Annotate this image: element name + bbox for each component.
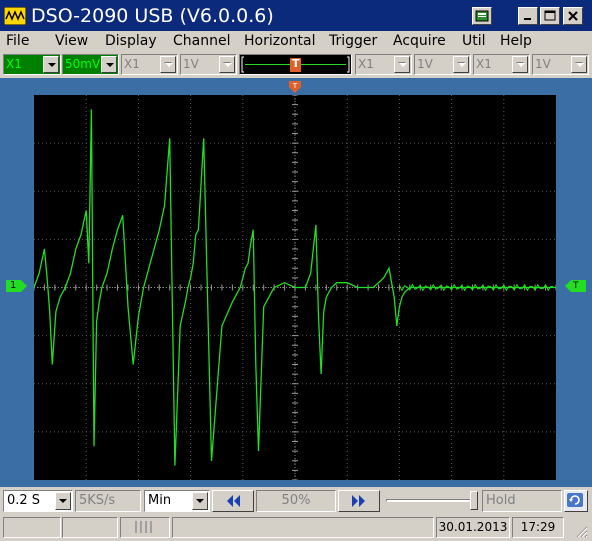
resize-grip-icon[interactable] [574, 524, 588, 538]
ch1-volts-select[interactable]: 50mV [62, 54, 119, 75]
position-field: 50% [256, 490, 336, 512]
ch1-probe-select[interactable]: X1 [3, 54, 61, 75]
hold-field[interactable]: Hold [482, 490, 562, 512]
refresh-icon [567, 493, 583, 507]
status-bar: 30.01.2013 17:29 [0, 515, 592, 541]
maximize-button[interactable] [540, 7, 560, 25]
ch2-volts-value: 1V [183, 57, 199, 71]
status-panel-2 [62, 517, 118, 538]
scope-app-icon [4, 7, 26, 25]
status-time: 17:29 [512, 517, 564, 538]
date-text: 30.01.2013 [438, 520, 508, 534]
chevron-down-icon[interactable] [192, 492, 208, 510]
ref-volts-select[interactable]: 1V [532, 54, 589, 75]
samplerate-value: 5KS/s [79, 493, 116, 508]
ch2-probe-value: X1 [124, 57, 140, 71]
bottom-control-bar: 0.2 S 5KS/s Min 50% Hold [0, 488, 592, 515]
status-panel-3 [120, 517, 170, 538]
scroll-left-button[interactable] [212, 490, 254, 512]
menu-help[interactable]: Help [500, 32, 532, 50]
scroll-right-button[interactable] [338, 490, 380, 512]
chevron-down-icon[interactable] [394, 56, 410, 73]
chevron-down-icon[interactable] [219, 56, 235, 73]
menu-trigger[interactable]: Trigger [329, 32, 377, 50]
chevron-down-icon[interactable] [453, 56, 469, 73]
ref-volts-value: 1V [535, 57, 551, 71]
position-slider[interactable] [384, 490, 480, 512]
refresh-button[interactable] [564, 490, 588, 512]
double-chevron-right-icon [352, 495, 365, 507]
menu-view[interactable]: View [55, 32, 88, 50]
menu-display[interactable]: Display [105, 32, 157, 50]
position-value: 50% [281, 493, 311, 508]
status-date: 30.01.2013 [436, 517, 510, 538]
samplerate-field: 5KS/s [75, 490, 141, 512]
menu-util[interactable]: Util [462, 32, 486, 50]
menu-file[interactable]: File [6, 32, 29, 50]
trigger-position-marker[interactable]: T [292, 57, 300, 71]
trigger-level-label: T [573, 281, 579, 291]
svg-text:T: T [292, 82, 298, 90]
time-text: 17:29 [520, 520, 556, 534]
slider-thumb[interactable] [470, 491, 478, 510]
trigger-time-marker-icon[interactable]: T [288, 80, 302, 94]
ch1-level-marker[interactable]: 1 [6, 279, 28, 293]
chevron-down-icon[interactable] [55, 492, 71, 510]
status-panel-1 [3, 517, 61, 538]
ch2-volts-select[interactable]: 1V [180, 54, 237, 75]
acquire-mode-value: Min [148, 493, 172, 508]
app-menu-icon[interactable] [472, 7, 492, 25]
chevron-down-icon[interactable] [571, 56, 587, 73]
close-button[interactable] [563, 7, 583, 25]
menu-channel[interactable]: Channel [173, 32, 230, 50]
chevron-down-icon[interactable] [160, 56, 176, 73]
title-bar[interactable]: DSO-2090 USB (V6.0.0.6) [0, 0, 592, 31]
ref-probe-select[interactable]: X1 [473, 54, 530, 75]
oscilloscope-window: DSO-2090 USB (V6.0.0.6) File View Displa… [0, 0, 592, 541]
timebase-select[interactable]: 0.2 S [3, 490, 73, 512]
ref-probe-value: X1 [476, 57, 492, 71]
activity-bars-icon [135, 521, 152, 533]
math-probe-value: X1 [358, 57, 374, 71]
ch1-level-label: 1 [10, 280, 17, 291]
menu-horizontal[interactable]: Horizontal [244, 32, 315, 50]
menu-bar: File View Display Channel Horizontal Tri… [0, 31, 592, 51]
status-panel-4 [172, 517, 434, 538]
minimize-button[interactable] [518, 7, 538, 25]
chevron-down-icon[interactable] [43, 56, 59, 73]
ch1-probe-value: X1 [6, 57, 22, 71]
trigger-level-marker[interactable]: T [564, 279, 586, 293]
waveform-screen[interactable] [33, 94, 557, 481]
ch2-probe-select[interactable]: X1 [121, 54, 178, 75]
hold-label: Hold [486, 493, 516, 508]
trigger-position-track[interactable]: T [239, 54, 352, 75]
chevron-down-icon[interactable] [512, 56, 528, 73]
double-chevron-left-icon [227, 495, 240, 507]
window-title: DSO-2090 USB (V6.0.0.6) [31, 5, 274, 27]
acquire-mode-select[interactable]: Min [144, 490, 210, 512]
math-probe-select[interactable]: X1 [355, 54, 412, 75]
waveform-plot [33, 94, 557, 481]
ch1-volts-value: 50mV [65, 57, 101, 71]
slider-track [386, 499, 474, 502]
timebase-value: 0.2 S [7, 493, 41, 508]
math-volts-select[interactable]: 1V [414, 54, 471, 75]
math-volts-value: 1V [417, 57, 433, 71]
control-bar: X1 50mV X1 1V T X1 1V X1 1V [0, 52, 592, 77]
chevron-down-icon[interactable] [101, 56, 117, 73]
menu-acquire[interactable]: Acquire [393, 32, 446, 50]
